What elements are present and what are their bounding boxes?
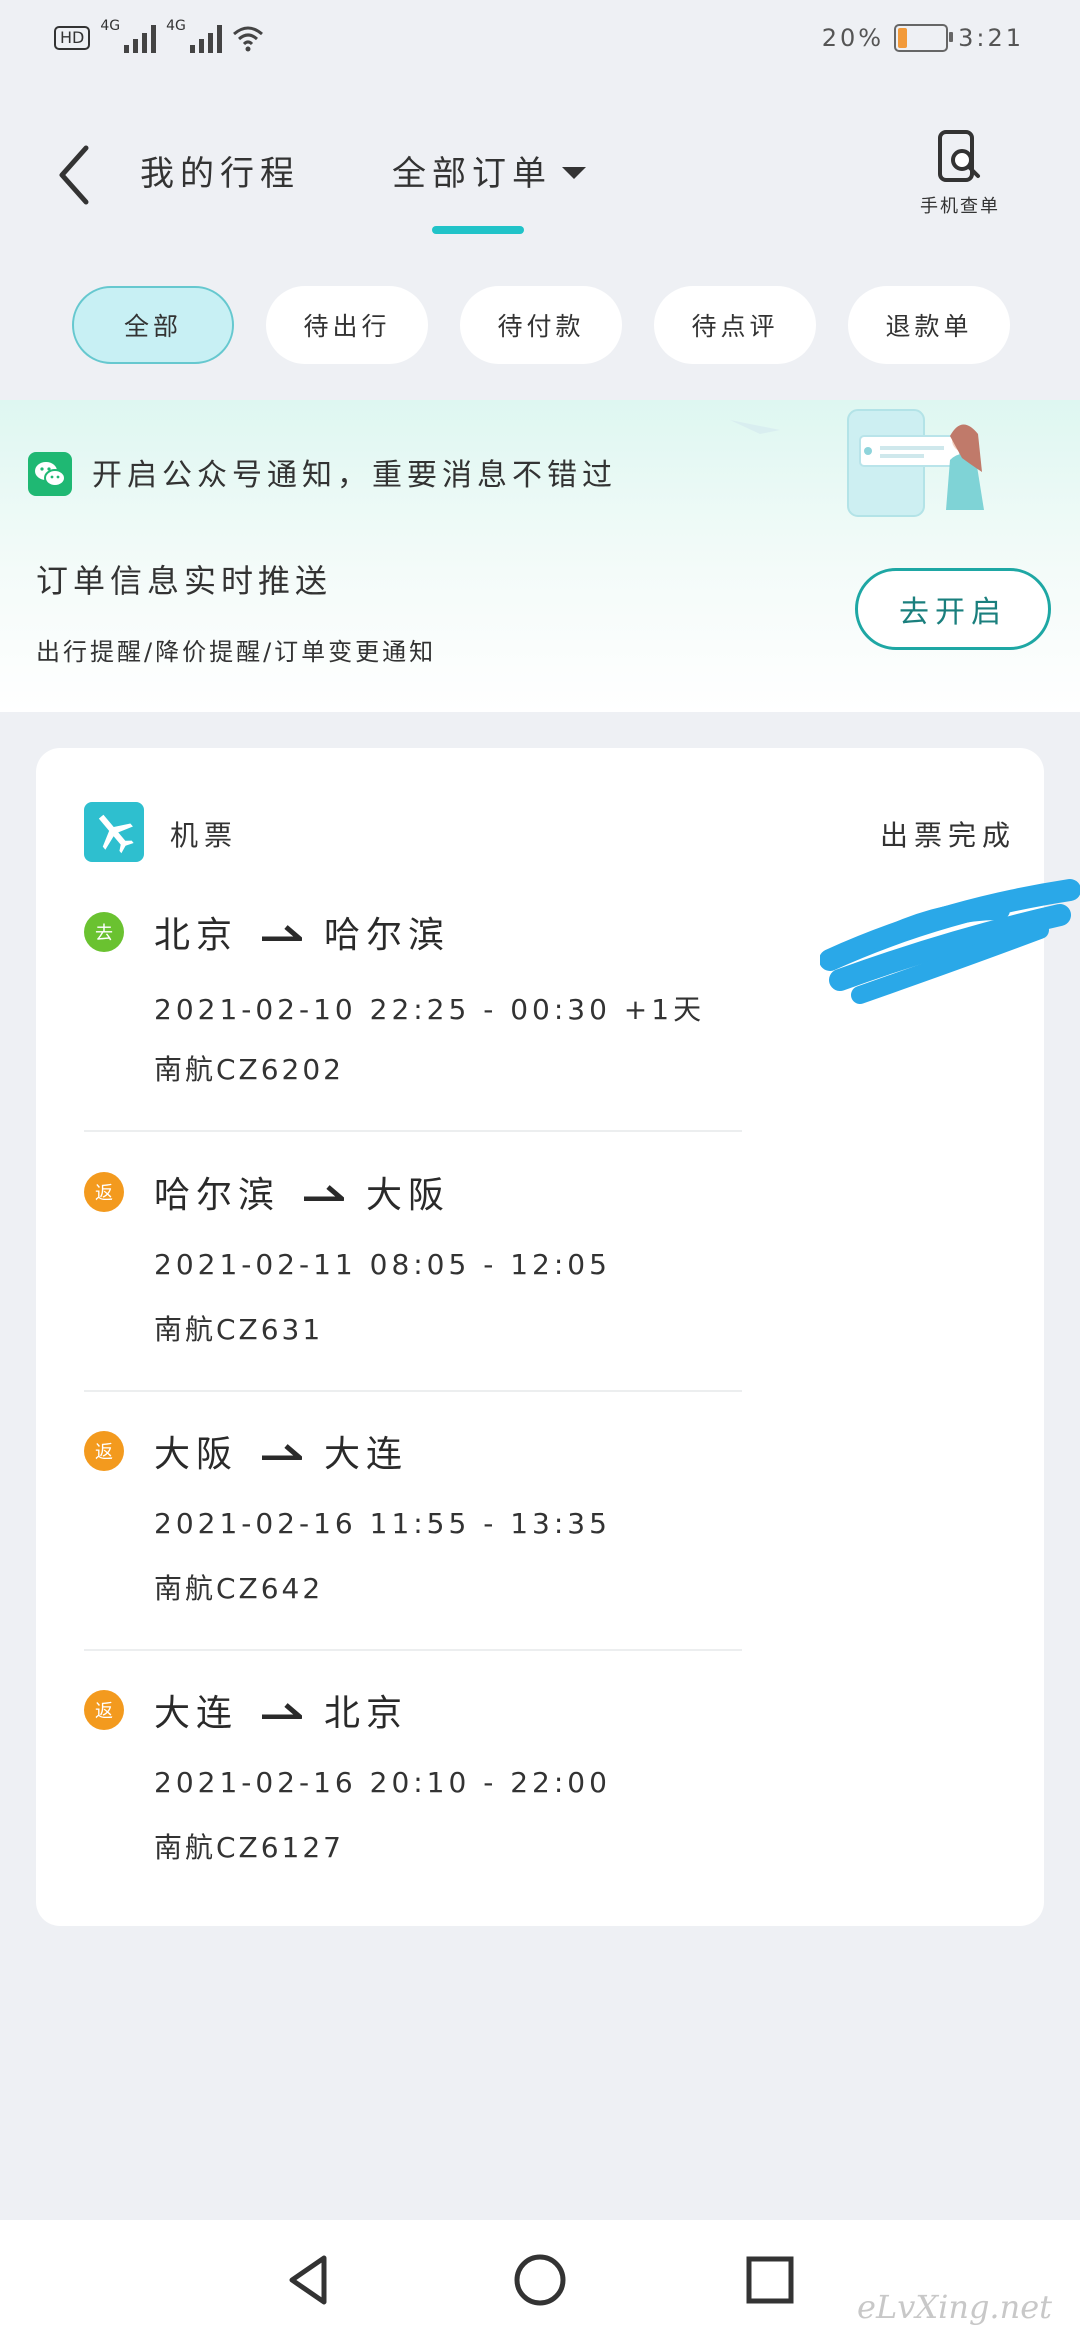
banner-illustration	[730, 409, 984, 517]
status-left: HD 4G 4G	[54, 18, 264, 58]
order-type-label: 机票	[170, 819, 239, 852]
segment-divider	[84, 1649, 742, 1651]
phone-search-icon	[938, 130, 980, 182]
watermark: eLvXing.net	[857, 2288, 1052, 2326]
origin-city: 北京	[154, 915, 239, 956]
banner-notice-text: 开启公众号通知，重要消息不错过	[92, 458, 617, 493]
outbound-badge: 去	[84, 912, 124, 952]
flight-number: 南航CZ642	[154, 1572, 324, 1605]
chevron-left-icon[interactable]	[52, 140, 102, 210]
destination-city: 大阪	[366, 1175, 451, 1216]
destination-city: 哈尔滨	[324, 915, 451, 956]
flight-time: 2021-02-11 08:05 - 12:05	[154, 1248, 611, 1281]
route: 大阪 大连	[154, 1423, 408, 1479]
return-badge: 返	[84, 1431, 124, 1471]
filter-chip-to-review[interactable]: 待点评	[654, 286, 816, 364]
segment-divider	[84, 1390, 742, 1392]
route: 大连 北京	[154, 1682, 408, 1738]
triangle-back-icon[interactable]	[280, 2250, 340, 2310]
filter-chip-upcoming[interactable]: 待出行	[266, 286, 428, 364]
tab-my-trips[interactable]: 我的行程	[140, 146, 300, 195]
banner-subtitle: 出行提醒/降价提醒/订单变更通知	[36, 638, 437, 666]
signal-icon	[189, 23, 222, 53]
wifi-icon	[232, 26, 263, 52]
circle-home-icon[interactable]	[510, 2250, 570, 2310]
segment-divider	[84, 1130, 742, 1132]
square-recents-icon[interactable]	[740, 2250, 800, 2310]
flight-time: 2021-02-16 11:55 - 13:35	[154, 1507, 611, 1540]
tab-all-orders[interactable]: 全部订单	[392, 146, 586, 195]
phone-search-label: 手机查单	[920, 196, 1000, 217]
origin-city: 哈尔滨	[154, 1175, 281, 1216]
redaction-scribble	[820, 879, 1080, 1004]
flight-number: 南航CZ6127	[154, 1831, 344, 1864]
all-orders-label: 全部订单	[392, 154, 552, 194]
flight-number: 南航CZ6202	[154, 1053, 344, 1086]
flight-time: 2021-02-16 20:10 - 22:00	[154, 1766, 611, 1799]
arrow-right-icon	[304, 1185, 345, 1201]
airplane-icon	[84, 802, 144, 862]
return-badge: 返	[84, 1690, 124, 1730]
network-type-1: 4G	[100, 18, 121, 34]
filter-chip-all[interactable]: 全部	[72, 286, 234, 364]
battery-icon	[894, 24, 954, 52]
flight-number: 南航CZ631	[154, 1313, 324, 1346]
network-type-2: 4G	[166, 18, 186, 34]
arrow-right-icon	[262, 925, 303, 941]
origin-city: 大阪	[154, 1434, 239, 1475]
arrow-right-icon	[262, 1703, 303, 1719]
route: 哈尔滨 大阪	[154, 1164, 450, 1220]
flight-time: 2021-02-10 22:25 - 00:30 +1天	[154, 993, 706, 1026]
banner-title: 订单信息实时推送	[36, 562, 333, 600]
status-right: 20% 3:21	[822, 18, 1024, 58]
destination-city: 大连	[324, 1434, 409, 1475]
phone-search-button[interactable]: 手机查单	[900, 128, 1020, 232]
return-badge: 返	[84, 1172, 124, 1212]
caret-down-icon	[562, 166, 586, 179]
filter-chips: 全部 待出行 待付款 待点评 退款单	[72, 286, 1010, 364]
route: 北京 哈尔滨	[154, 904, 450, 960]
battery-percent: 20%	[821, 24, 885, 52]
signal-icon	[124, 23, 157, 53]
filter-chip-refund[interactable]: 退款单	[848, 286, 1010, 364]
arrow-right-icon	[262, 1444, 303, 1460]
hd-badge: HD	[54, 26, 91, 50]
order-status: 出票完成	[879, 819, 1016, 852]
active-tab-indicator	[432, 226, 524, 234]
filter-chip-unpaid[interactable]: 待付款	[460, 286, 622, 364]
clock: 3:21	[958, 24, 1024, 52]
destination-city: 北京	[324, 1693, 409, 1734]
wechat-icon	[28, 452, 72, 496]
origin-city: 大连	[154, 1693, 239, 1734]
battery-fill	[898, 28, 907, 48]
enable-notification-button[interactable]: 去开启	[855, 568, 1051, 650]
